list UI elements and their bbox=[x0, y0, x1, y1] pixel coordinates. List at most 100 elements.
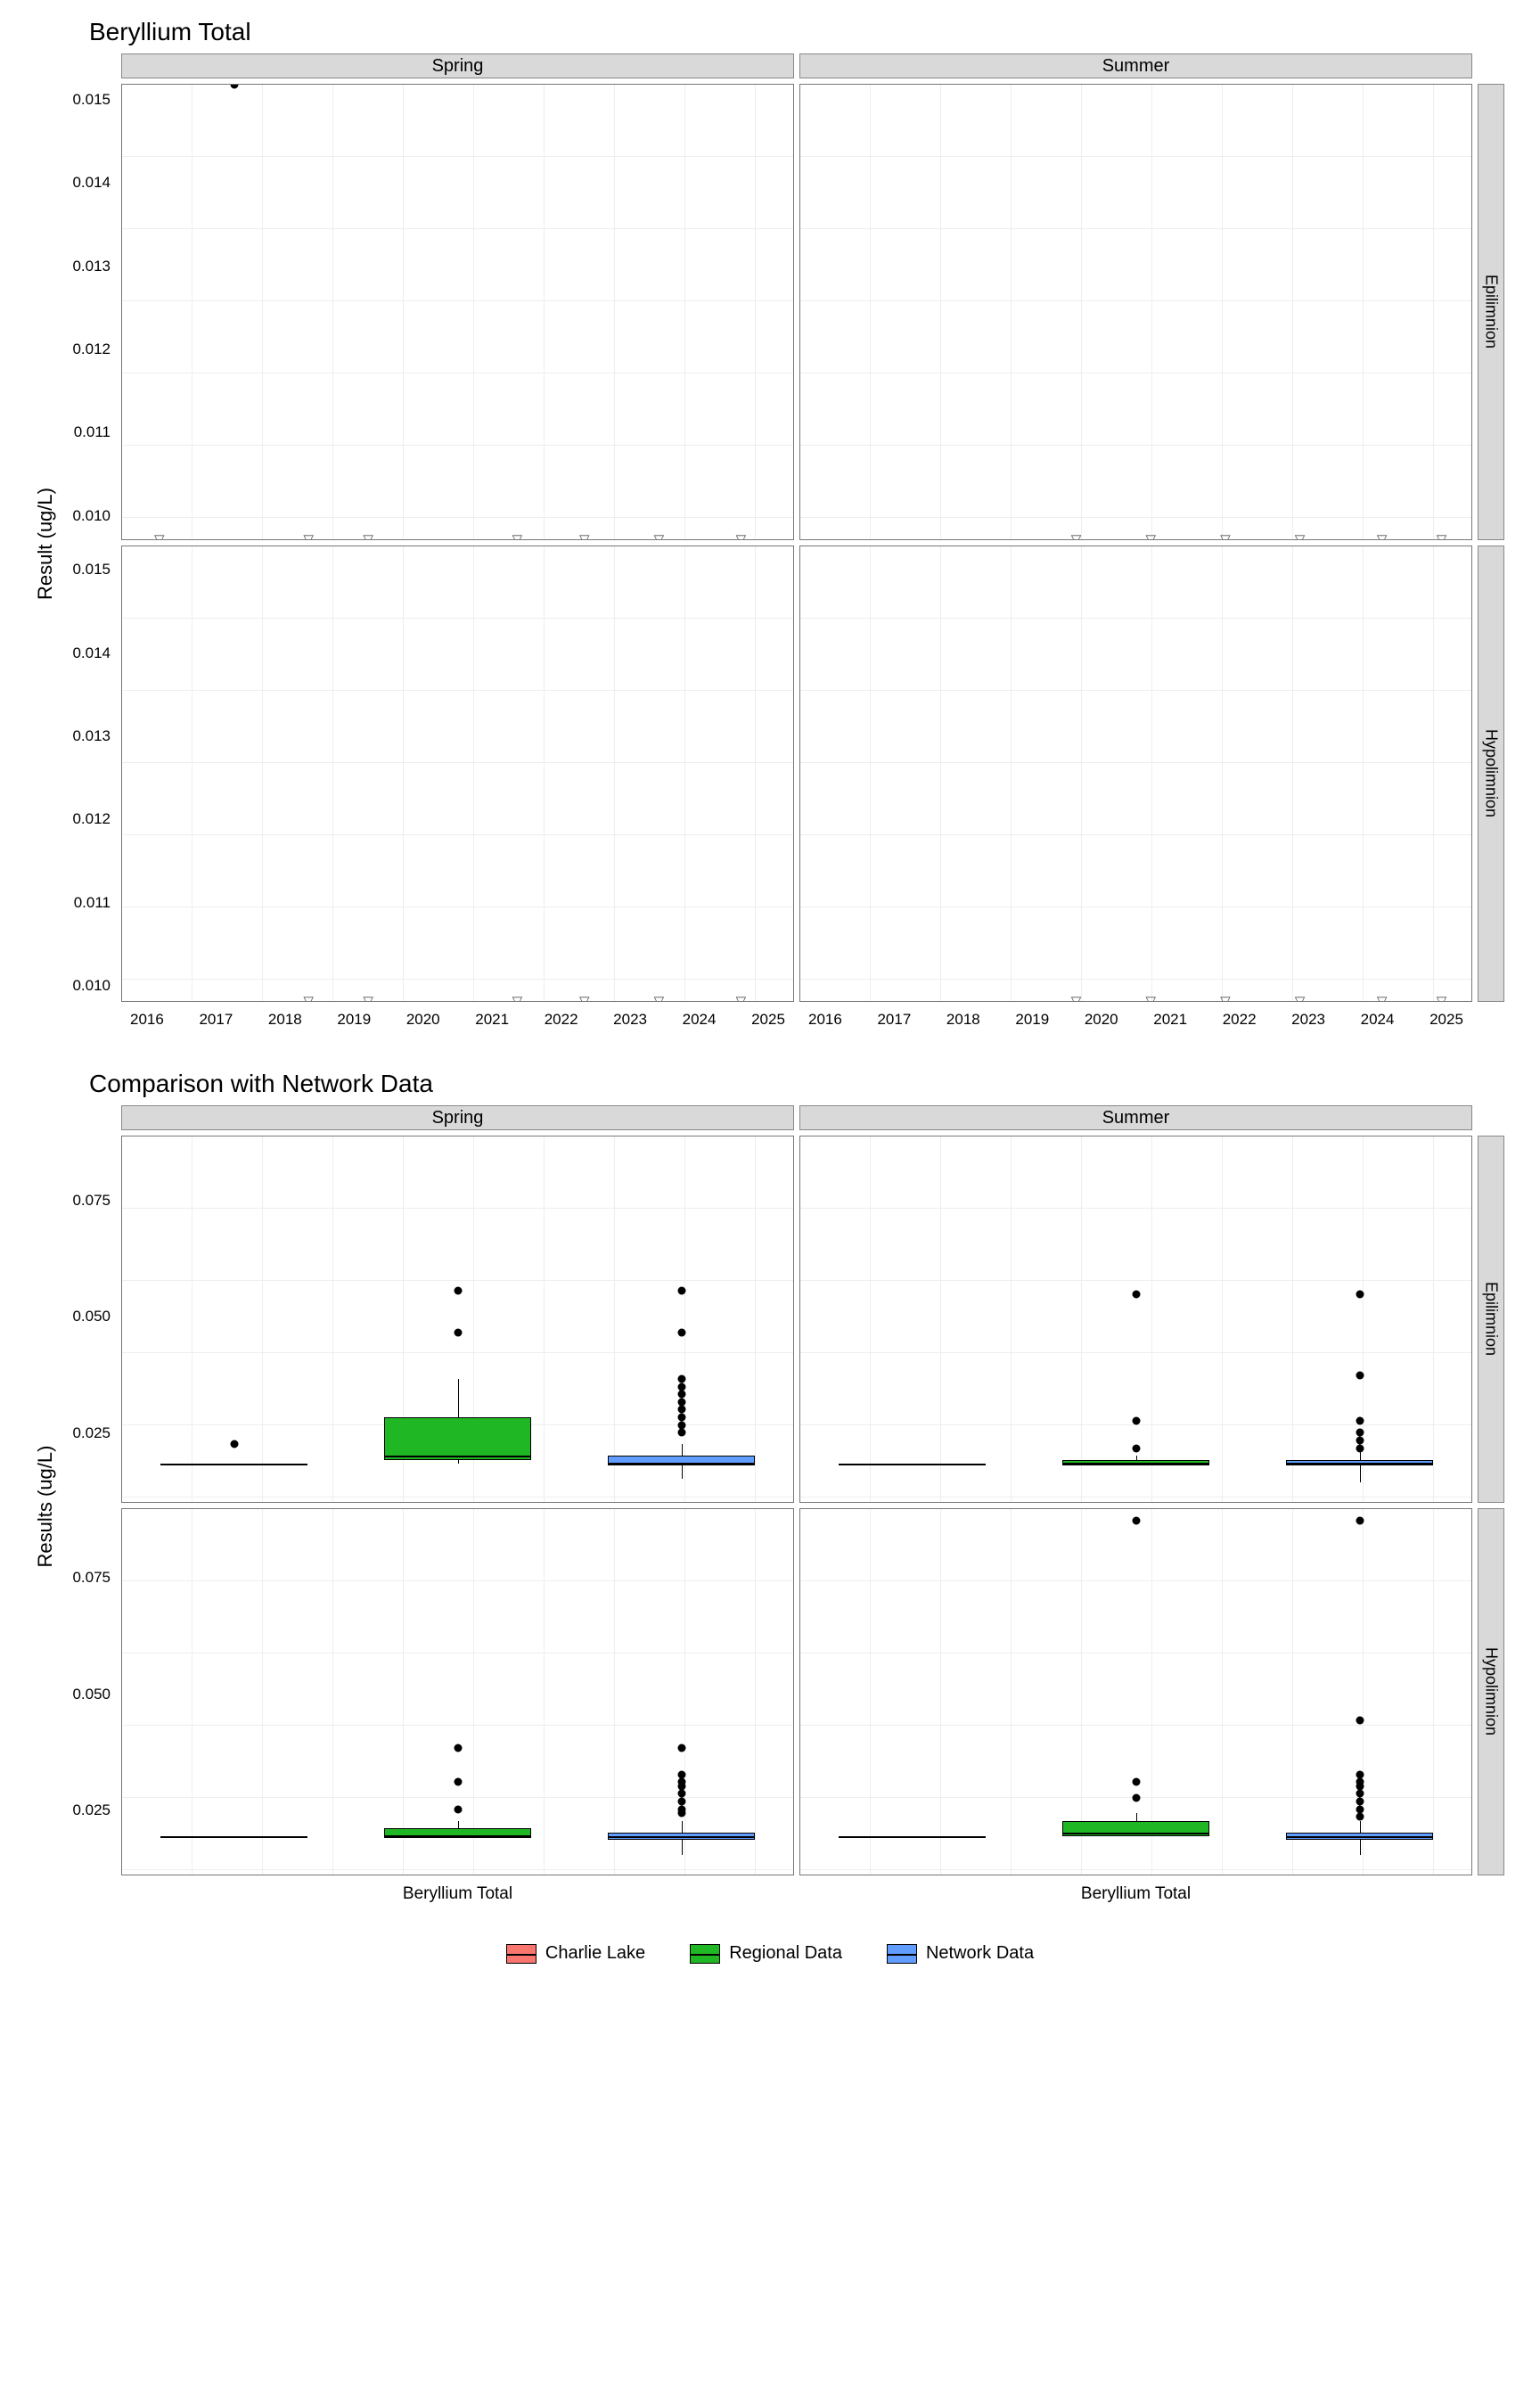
outlier-point bbox=[1356, 1436, 1364, 1444]
xtick: 2025 bbox=[1429, 1011, 1463, 1034]
outlier-point bbox=[677, 1286, 685, 1294]
censored-point-icon: ▽ bbox=[736, 993, 747, 1002]
outlier-point bbox=[677, 1798, 685, 1806]
censored-point-icon: ▽ bbox=[654, 531, 665, 540]
xcat: Beryllium Total bbox=[403, 1884, 512, 1908]
outlier-point bbox=[677, 1744, 685, 1752]
outlier-point bbox=[677, 1398, 685, 1406]
outlier-point bbox=[1356, 1516, 1364, 1524]
col-strip-summer: Summer bbox=[799, 53, 1472, 78]
ytick: 0.014 bbox=[72, 644, 111, 662]
outlier-point bbox=[454, 1329, 462, 1337]
xtick: 2020 bbox=[406, 1011, 440, 1034]
boxplot-box bbox=[608, 1456, 756, 1464]
legend-key-green bbox=[690, 1944, 720, 1964]
censored-point-icon: ▽ bbox=[654, 993, 665, 1002]
panel-summer-hypo: ▽▽▽▽▽▽ bbox=[799, 546, 1472, 1002]
chart2-facet-grid: Spring Summer 0.075 0.050 0.025 0.075 0.… bbox=[62, 1105, 1504, 1908]
chart1-ylabel: Result (ug/L) bbox=[34, 488, 57, 600]
censored-point-icon: ▽ bbox=[1145, 993, 1156, 1002]
censored-point-icon: ▽ bbox=[1295, 531, 1306, 540]
outlier-point bbox=[1356, 1813, 1364, 1821]
ytick: 0.011 bbox=[74, 423, 111, 441]
xtick: 2022 bbox=[1223, 1011, 1257, 1034]
outlier-point bbox=[454, 1744, 462, 1752]
censored-point-icon: ▽ bbox=[1220, 531, 1231, 540]
xtick: 2019 bbox=[1015, 1011, 1049, 1034]
outlier-point bbox=[1356, 1778, 1364, 1786]
ytick: 0.012 bbox=[72, 810, 111, 828]
outlier-point bbox=[1356, 1290, 1364, 1298]
censored-point-icon: ▽ bbox=[512, 993, 523, 1002]
chart1-title: Beryllium Total bbox=[89, 18, 1504, 46]
legend-label: Regional Data bbox=[729, 1943, 842, 1964]
outlier-point bbox=[1356, 1790, 1364, 1798]
ytick: 0.013 bbox=[72, 727, 111, 745]
ytick: 0.012 bbox=[72, 341, 111, 358]
outlier-point bbox=[1356, 1371, 1364, 1379]
outlier-point bbox=[677, 1383, 685, 1391]
censored-point-icon: ▽ bbox=[1377, 993, 1388, 1002]
outlier-point bbox=[1132, 1290, 1140, 1298]
xtick: 2018 bbox=[946, 1011, 980, 1034]
outlier-point bbox=[1356, 1717, 1364, 1725]
xtick: 2023 bbox=[1291, 1011, 1325, 1034]
outlier-point bbox=[677, 1429, 685, 1437]
ytick: 0.075 bbox=[72, 1569, 111, 1587]
xtick: 2019 bbox=[337, 1011, 371, 1034]
row-strip-hypo: Hypolimnion bbox=[1478, 546, 1504, 1002]
outlier-point bbox=[1356, 1798, 1364, 1806]
xtick: 2021 bbox=[1153, 1011, 1187, 1034]
outlier-point bbox=[677, 1421, 685, 1429]
censored-point-icon: ▽ bbox=[303, 993, 314, 1002]
boxplot-box bbox=[384, 1828, 532, 1836]
censored-point-icon: ▽ bbox=[736, 531, 747, 540]
censored-point-icon: ▽ bbox=[1220, 993, 1231, 1002]
ytick: 0.014 bbox=[72, 174, 111, 192]
outlier-point bbox=[1356, 1429, 1364, 1437]
data-point bbox=[230, 84, 238, 89]
outlier-point bbox=[677, 1770, 685, 1778]
boxplot-box bbox=[384, 1417, 532, 1459]
censored-point-icon: ▽ bbox=[579, 531, 590, 540]
chart-comparison: Comparison with Network Data Results (ug… bbox=[36, 1070, 1504, 1908]
xtick: 2020 bbox=[1085, 1011, 1118, 1034]
censored-point-icon: ▽ bbox=[1295, 993, 1306, 1002]
xtick: 2016 bbox=[808, 1011, 842, 1034]
chart2-ylabel: Results (ug/L) bbox=[34, 1446, 57, 1568]
outlier-point bbox=[677, 1414, 685, 1422]
ytick: 0.050 bbox=[72, 1686, 111, 1703]
chart2-xaxis1: Beryllium Total bbox=[121, 1881, 794, 1908]
censored-point-icon: ▽ bbox=[154, 531, 165, 540]
outlier-point bbox=[1356, 1770, 1364, 1778]
outlier-point bbox=[1132, 1516, 1140, 1524]
col-strip-spring: Spring bbox=[121, 53, 794, 78]
legend: Charlie Lake Regional Data Network Data bbox=[36, 1943, 1504, 1964]
boxpanel-summer-hypo bbox=[799, 1508, 1472, 1875]
ytick: 0.050 bbox=[72, 1308, 111, 1325]
censored-point-icon: ▽ bbox=[1071, 531, 1082, 540]
censored-point-icon: ▽ bbox=[303, 531, 314, 540]
ytick: 0.010 bbox=[72, 507, 111, 525]
censored-point-icon: ▽ bbox=[579, 993, 590, 1002]
outlier-point bbox=[1132, 1778, 1140, 1786]
legend-key-blue bbox=[887, 1944, 917, 1964]
censored-point-icon: ▽ bbox=[1071, 993, 1082, 1002]
boxpanel-spring-hypo bbox=[121, 1508, 794, 1875]
ytick: 0.025 bbox=[72, 1801, 111, 1819]
censored-point-icon: ▽ bbox=[1377, 531, 1388, 540]
col-strip-summer2: Summer bbox=[799, 1105, 1472, 1130]
outlier-point bbox=[1356, 1444, 1364, 1452]
xtick: 2017 bbox=[877, 1011, 911, 1034]
censored-point-icon: ▽ bbox=[512, 531, 523, 540]
chart1-facet-grid: Spring Summer 0.015 0.014 0.013 0.012 0.… bbox=[62, 53, 1504, 1034]
chart1-xaxis-spring: 2016 2017 2018 2019 2020 2021 2022 2023 … bbox=[121, 1007, 794, 1034]
col-strip-spring2: Spring bbox=[121, 1105, 794, 1130]
xtick: 2016 bbox=[130, 1011, 164, 1034]
ytick: 0.013 bbox=[72, 258, 111, 275]
censored-point-icon: ▽ bbox=[363, 993, 373, 1002]
chart1-yaxis: 0.015 0.014 0.013 0.012 0.011 0.010 0.01… bbox=[62, 84, 116, 1002]
xtick: 2022 bbox=[545, 1011, 578, 1034]
ytick: 0.025 bbox=[72, 1424, 111, 1442]
legend-label: Network Data bbox=[926, 1943, 1034, 1964]
